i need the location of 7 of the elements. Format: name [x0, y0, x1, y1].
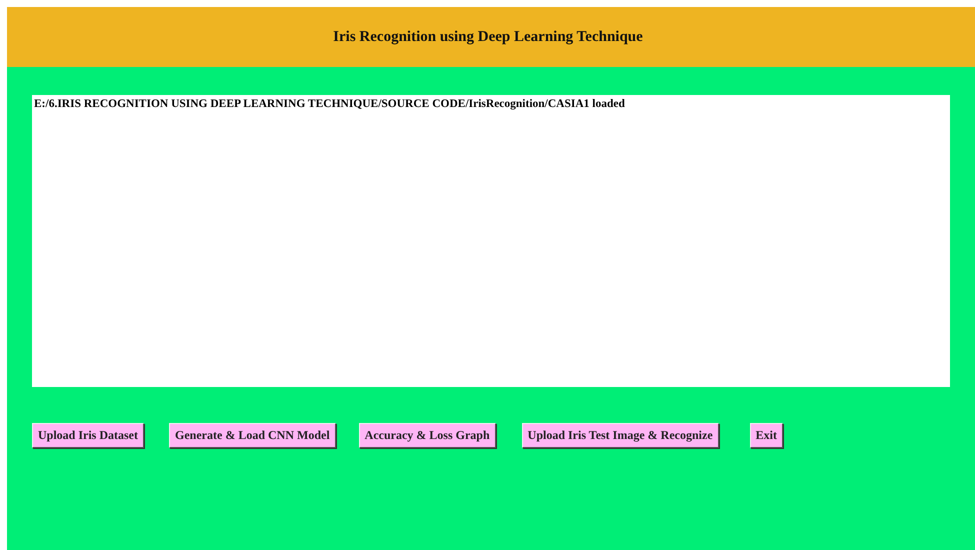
output-line: E:/6.IRIS RECOGNITION USING DEEP LEARNING TECHNIQUE/SOURCE CODE/IrisRecognition/CASIA1 loaded — [34, 98, 626, 110]
action-button[interactable]: Exit — [750, 423, 783, 448]
app-title: Iris Recognition using Deep Learning Technique — [333, 28, 643, 46]
action-button[interactable]: Upload Iris Dataset — [32, 423, 144, 448]
action-button[interactable]: Upload Iris Test Image & Recognize — [522, 423, 719, 448]
action-button[interactable]: Accuracy & Loss Graph — [358, 423, 496, 448]
action-button[interactable]: Generate & Load CNN Model — [169, 423, 336, 448]
